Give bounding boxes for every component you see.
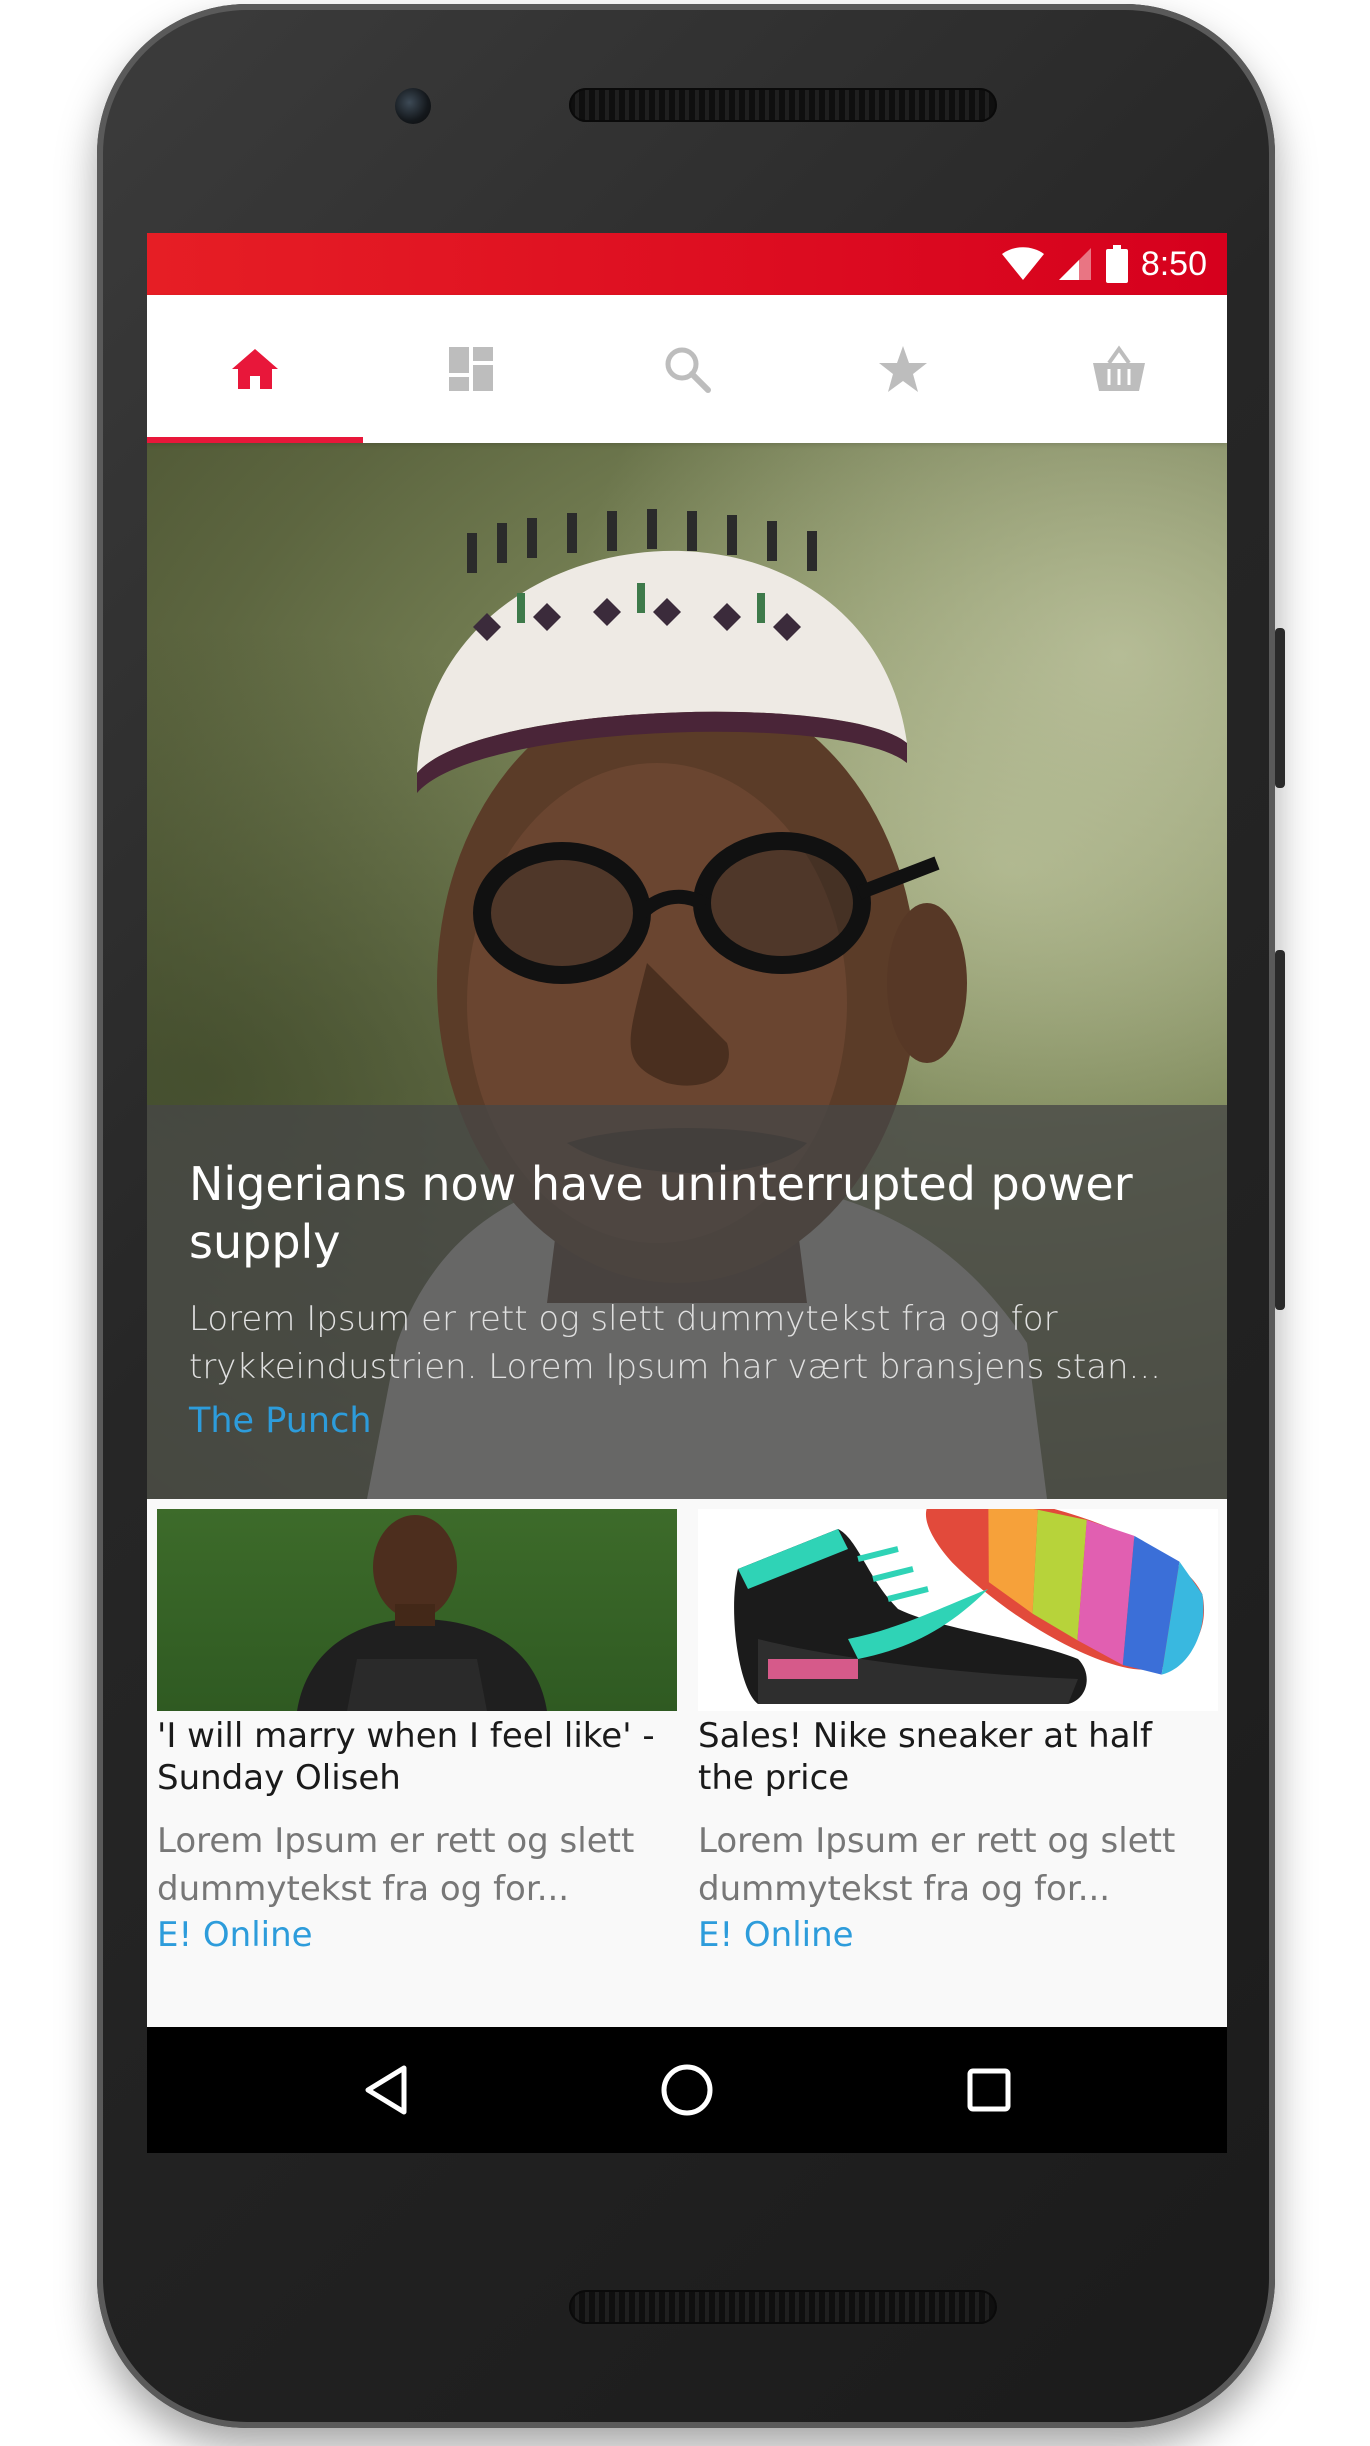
back-button[interactable] [353,2057,419,2123]
search-icon [665,347,711,393]
tab-home[interactable] [147,295,363,443]
basket-icon [1093,345,1145,391]
tab-favorites[interactable] [795,295,1011,443]
recents-button[interactable] [956,2057,1022,2123]
sneaker-photo [698,1509,1218,1711]
star-icon [879,346,927,392]
bottom-speaker [569,2290,997,2324]
tab-bar [147,295,1227,443]
tab-dashboard[interactable] [363,295,579,443]
article-card-image [157,1509,677,1711]
article-card-image [698,1509,1218,1711]
article-grid: 'I will marry when I feel like' - Sunday… [147,1499,1227,2027]
article-card[interactable]: 'I will marry when I feel like' - Sunday… [157,1509,677,1955]
tab-shop[interactable] [1011,295,1227,443]
power-button [1275,628,1285,788]
front-camera [395,88,431,124]
hero-source-link[interactable]: The Punch [189,1401,372,1441]
system-nav-bar [147,2027,1227,2153]
article-card-title[interactable]: Sales! Nike sneaker at half the price [698,1715,1218,1799]
tab-search[interactable] [579,295,795,443]
back-icon [365,2065,407,2115]
home-circle-icon [661,2064,713,2116]
dashboard-icon [449,347,493,391]
article-card-source-link[interactable]: E! Online [157,1915,677,1955]
hero-caption: Nigerians now have uninterrupted power s… [147,1105,1227,1499]
article-card-source-link[interactable]: E! Online [698,1915,1218,1955]
article-card-title[interactable]: 'I will marry when I feel like' - Sunday… [157,1715,677,1799]
hero-description: Lorem Ipsum er rett og slett dummytekst … [189,1299,1161,1387]
status-time: 8:50 [1140,244,1207,283]
wifi-icon [1001,247,1044,280]
home-icon [232,349,278,389]
volume-button [1275,950,1285,1310]
hero-title[interactable]: Nigerians now have uninterrupted power s… [189,1155,1147,1271]
article-card-description: Lorem Ipsum er rett og slett dummytekst … [157,1821,635,1909]
home-button[interactable] [654,2057,720,2123]
recents-icon [967,2068,1011,2112]
oliseh-photo [157,1509,677,1711]
status-bar: 8:50 [147,233,1227,295]
article-card[interactable]: Sales! Nike sneaker at half the price Lo… [698,1509,1218,1955]
battery-icon [1105,245,1128,283]
hero-article[interactable]: Nigerians now have uninterrupted power s… [147,443,1227,1499]
top-speaker [569,88,997,122]
article-card-description: Lorem Ipsum er rett og slett dummytekst … [698,1821,1176,1909]
cellular-signal-icon [1058,248,1091,280]
screen: 8:50 Nigerians now have uninterrupted po… [147,233,1227,2153]
